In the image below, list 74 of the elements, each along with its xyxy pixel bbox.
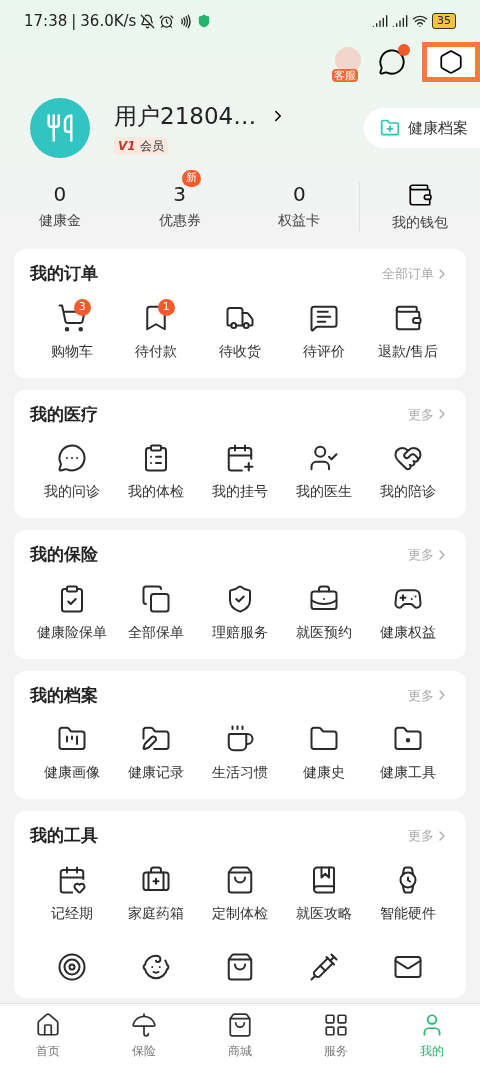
shortcut-item[interactable]: 记经期	[30, 860, 114, 928]
chat-icon[interactable]	[378, 48, 406, 76]
shortcut-item[interactable]: 健康权益	[366, 579, 450, 647]
wallet-icon	[407, 182, 434, 208]
shortcut-item[interactable]: 3 购物车	[30, 298, 114, 366]
shortcut-item[interactable]: 健康险保单	[30, 579, 114, 647]
stat-item[interactable]: 0 权益卡	[278, 182, 321, 231]
wallet-button[interactable]: 我的钱包	[359, 182, 480, 233]
alarm-icon	[159, 13, 175, 29]
shield-icon	[197, 14, 212, 28]
shortcut-item[interactable]: 健康史	[282, 720, 366, 787]
service-tag: 客服	[332, 69, 358, 82]
bell-off-icon	[140, 13, 156, 29]
member-tag: V1 会员	[114, 137, 168, 156]
fork-icon	[45, 113, 75, 143]
calendar-heart-icon	[57, 864, 87, 895]
shortcut-item[interactable]: 我的体检	[114, 439, 198, 506]
shortcut-item[interactable]: 就医攻略	[282, 860, 366, 928]
shortcut-item[interactable]: 我的陪诊	[366, 439, 450, 506]
shortcut-item[interactable]: 健康工具	[366, 720, 450, 787]
settings-button[interactable]	[422, 42, 480, 82]
count-badge: 3	[73, 298, 91, 316]
new-badge: 新	[182, 170, 201, 187]
shortcut-item[interactable]: 1 待付款	[114, 298, 198, 366]
documents-icon	[141, 583, 171, 614]
home-icon	[35, 1011, 61, 1038]
calendar-plus-icon	[225, 443, 255, 473]
status-time: 17:38	[24, 10, 68, 32]
bag-icon	[225, 864, 255, 895]
shortcut-item[interactable]: 理赔服务	[198, 579, 282, 647]
shortcut-item[interactable]: 待评价	[282, 298, 366, 366]
shortcut-item[interactable]: 健康画像	[30, 720, 114, 787]
wifi-icon	[412, 13, 428, 29]
battery-icon: 35	[432, 13, 456, 29]
section-title: 我的工具	[30, 824, 98, 847]
settings-icon	[438, 49, 464, 75]
cart-icon	[57, 302, 87, 333]
shortcut-item[interactable]: 退款/售后	[366, 298, 450, 366]
shortcut-item[interactable]: 健康记录	[114, 720, 198, 787]
shortcut-item[interactable]: 定制体检	[198, 860, 282, 928]
shortcut-item[interactable]: 生活习惯	[198, 720, 282, 787]
nav-tab[interactable]: 首页	[0, 1004, 96, 1067]
section-title: 我的医疗	[30, 402, 98, 426]
network-speed: 36.0K/s	[80, 10, 137, 32]
shortcut-item[interactable]: 我的医生	[282, 439, 366, 506]
nav-tab[interactable]: 保险	[96, 1004, 192, 1067]
shortcut-item[interactable]: 家庭药箱	[114, 860, 198, 928]
umbrella-icon	[131, 1011, 157, 1038]
cup-icon	[225, 724, 255, 754]
section-title: 我的订单	[30, 262, 98, 285]
section-title: 我的保险	[30, 543, 98, 566]
shortcut-item[interactable]: 我的问诊	[30, 439, 114, 506]
bag-icon	[227, 1011, 253, 1038]
shortcut-item[interactable]: 全部保单	[114, 579, 198, 647]
health-record-button[interactable]: 健康档案	[364, 108, 480, 148]
chat-icon	[57, 443, 87, 473]
signal-icon	[392, 13, 408, 29]
target-icon	[57, 951, 87, 982]
section-title: 我的档案	[30, 683, 98, 707]
folder-plus-icon	[380, 118, 400, 138]
nfc-icon	[178, 13, 194, 29]
shortcut-item[interactable]: 智能硬件	[366, 860, 450, 928]
signal-icon	[372, 13, 388, 29]
nav-tab[interactable]: 商城	[192, 1004, 288, 1067]
grid-icon	[323, 1011, 349, 1038]
shortcut-item[interactable]: 我的挂号	[198, 439, 282, 506]
shortcut-item[interactable]: 待收货	[198, 298, 282, 366]
user-name[interactable]: 用户21804…	[114, 98, 257, 134]
shortcut-item[interactable]: 就医预约	[282, 579, 366, 647]
stat-item[interactable]: 0 健康金	[38, 182, 81, 231]
separator: |	[71, 10, 77, 32]
count-badge: 1	[157, 298, 175, 316]
syringe-icon	[309, 951, 339, 982]
nav-tab[interactable]: 服务	[288, 1004, 384, 1067]
